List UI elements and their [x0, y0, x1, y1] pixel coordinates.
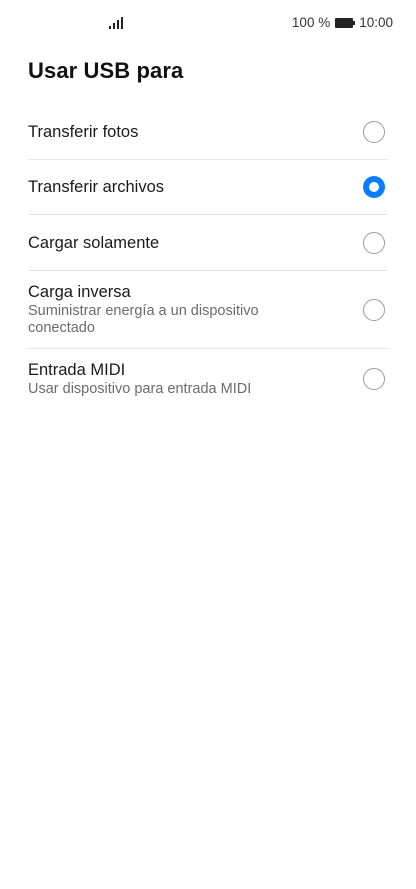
- option-sublabel: Suministrar energía a un dispositivo con…: [28, 303, 259, 336]
- option-text: Entrada MIDI Usar dispositivo para entra…: [28, 360, 251, 398]
- option-text: Transferir archivos: [28, 177, 164, 197]
- option-entrada-midi[interactable]: Entrada MIDI Usar dispositivo para entra…: [28, 349, 388, 409]
- radio-unchecked-icon[interactable]: [363, 231, 385, 254]
- option-label: Carga inversa: [28, 283, 131, 301]
- option-carga-inversa[interactable]: Carga inversa Suministrar energía a un d…: [28, 271, 388, 349]
- radio-unchecked-icon[interactable]: [363, 120, 385, 143]
- battery-percent: 100 %: [291, 15, 331, 30]
- battery-icon: [335, 17, 356, 28]
- status-bar: 100 % 10:00: [0, 0, 416, 48]
- option-cargar-solamente[interactable]: Cargar solamente: [28, 215, 388, 271]
- radio-unchecked-icon[interactable]: [363, 298, 385, 321]
- option-sublabel: Usar dispositivo para entrada MIDI: [28, 381, 252, 397]
- clock: 10:00: [359, 15, 393, 30]
- option-label: Transferir fotos: [28, 122, 139, 141]
- usb-options-list: Transferir fotos Transferir archivos Car…: [28, 104, 388, 409]
- option-transferir-archivos[interactable]: Transferir archivos: [28, 160, 388, 215]
- option-text: Cargar solamente: [28, 233, 159, 253]
- option-label: Transferir archivos: [28, 178, 165, 196]
- option-text: Carga inversa Suministrar energía a un d…: [28, 282, 328, 337]
- option-text: Transferir fotos: [28, 122, 138, 142]
- option-transferir-fotos[interactable]: Transferir fotos: [28, 104, 388, 160]
- status-right: 100 % 10:00: [292, 15, 393, 30]
- page-title: Usar USB para: [28, 58, 184, 83]
- option-label: Cargar solamente: [28, 233, 160, 252]
- signal-bars-icon: [109, 17, 123, 29]
- radio-checked-icon[interactable]: [363, 176, 385, 198]
- option-label: Entrada MIDI: [28, 361, 126, 379]
- radio-unchecked-icon[interactable]: [363, 368, 385, 390]
